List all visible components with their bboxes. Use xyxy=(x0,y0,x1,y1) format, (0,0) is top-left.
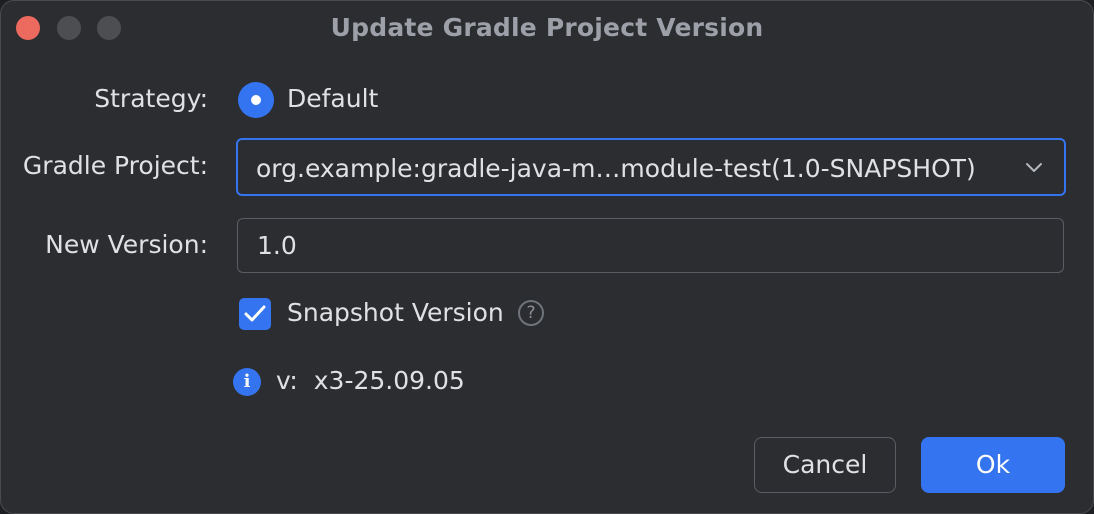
radio-selected-dot xyxy=(251,95,261,105)
help-icon[interactable]: ? xyxy=(518,300,544,326)
strategy-default-label[interactable]: Default xyxy=(287,84,378,113)
strategy-label: Strategy: xyxy=(94,84,208,113)
version-info-text: v: x3-25.09.05 xyxy=(276,366,465,395)
info-icon: i xyxy=(233,368,261,396)
strategy-default-radio[interactable] xyxy=(238,82,274,118)
dialog-title: Update Gradle Project Version xyxy=(330,13,764,42)
title-bar: Update Gradle Project Version xyxy=(1,1,1093,55)
ok-button[interactable]: Ok xyxy=(921,437,1065,493)
chevron-down-icon xyxy=(1026,163,1042,172)
update-version-dialog: Update Gradle Project Version Strategy: … xyxy=(0,0,1094,514)
gradle-project-label: Gradle Project: xyxy=(22,151,208,180)
checkmark-icon xyxy=(244,305,266,322)
new-version-label: New Version: xyxy=(45,230,208,259)
snapshot-version-checkbox[interactable] xyxy=(239,298,271,330)
cancel-button[interactable]: Cancel xyxy=(754,437,896,493)
snapshot-version-label[interactable]: Snapshot Version xyxy=(287,298,504,327)
gradle-project-value: org.example:gradle-java-m…module-test(1.… xyxy=(256,154,976,183)
new-version-value: 1.0 xyxy=(257,231,297,260)
gradle-project-select[interactable]: org.example:gradle-java-m…module-test(1.… xyxy=(236,138,1066,196)
new-version-field[interactable]: 1.0 xyxy=(237,218,1064,273)
